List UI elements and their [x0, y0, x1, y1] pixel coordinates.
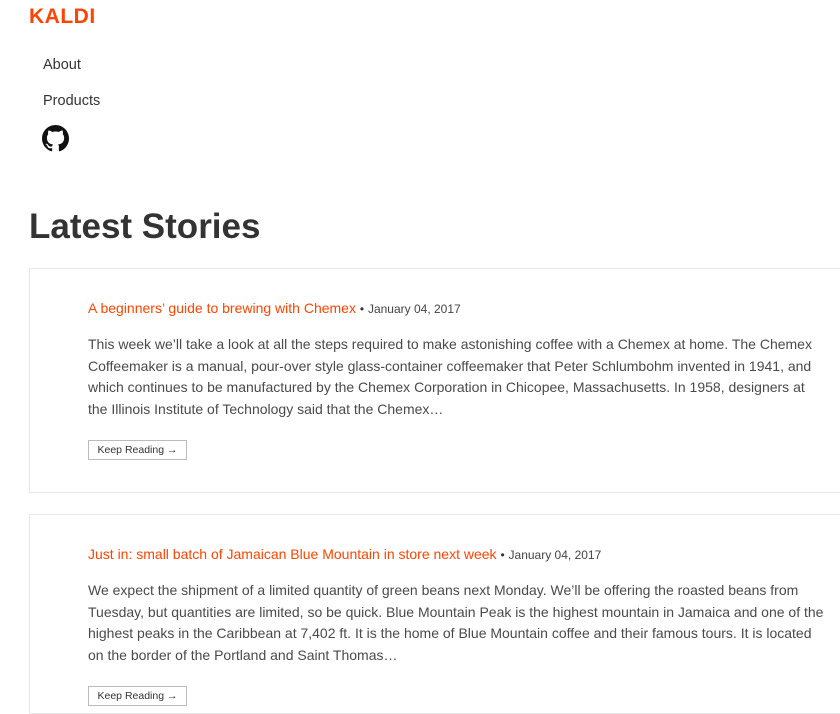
- main-nav: About Products: [43, 55, 100, 127]
- story-card: A beginners’ guide to brewing with Cheme…: [29, 268, 840, 493]
- story-card: Just in: small batch of Jamaican Blue Mo…: [29, 514, 840, 714]
- story-title-link[interactable]: A beginners’ guide to brewing with Cheme…: [88, 300, 356, 316]
- github-icon[interactable]: [42, 125, 69, 152]
- story-separator: •: [359, 302, 365, 316]
- story-date: January 04, 2017: [508, 548, 602, 562]
- story-title-link[interactable]: Just in: small batch of Jamaican Blue Mo…: [88, 546, 497, 562]
- story-separator: •: [500, 548, 505, 562]
- site-logo[interactable]: KALDI: [29, 5, 96, 29]
- story-excerpt: This week we’ll take a look at all the s…: [88, 336, 812, 417]
- story-date: January 04, 2017: [367, 302, 461, 316]
- story-header: A beginners’ guide to brewing with Cheme…: [88, 300, 461, 316]
- story-excerpt: We expect the shipment of a limited quan…: [88, 582, 824, 663]
- story-header: Just in: small batch of Jamaican Blue Mo…: [88, 546, 601, 562]
- page-title: Latest Stories: [29, 207, 261, 246]
- keep-reading-button[interactable]: Keep Reading →: [88, 440, 187, 460]
- keep-reading-button[interactable]: Keep Reading →: [88, 686, 187, 706]
- nav-item-about[interactable]: About: [43, 55, 100, 91]
- nav-item-products[interactable]: Products: [43, 91, 100, 127]
